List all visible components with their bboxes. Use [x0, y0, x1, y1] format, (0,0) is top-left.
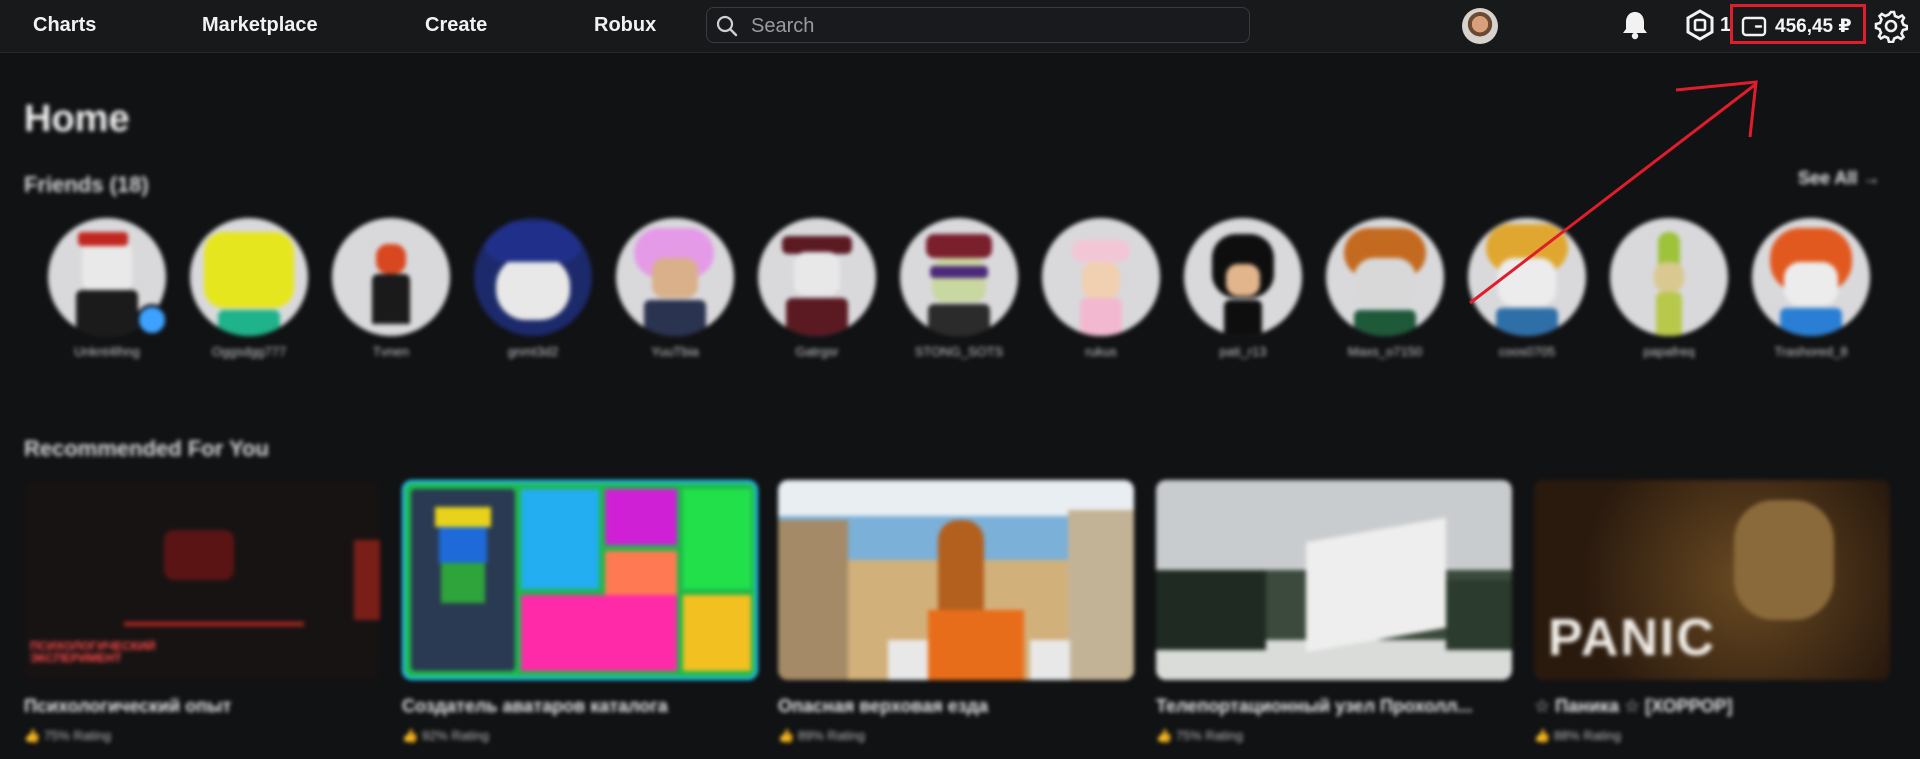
- game-title: Психологический опыт: [24, 696, 232, 716]
- friend-tile[interactable]: Maxs_o7150: [1326, 218, 1444, 368]
- game-card[interactable]: ПСИХОЛОГИЧЕСКИЙ ЭКСПЕРИМЕНТ Психологичес…: [24, 480, 380, 759]
- game-rating-value: 75% Rating: [1175, 728, 1244, 743]
- game-rating: 👍 89% Rating: [778, 728, 866, 743]
- bell-icon[interactable]: [1620, 9, 1650, 41]
- friend-avatar: [1184, 218, 1302, 336]
- friend-tile[interactable]: Trashored_8: [1752, 218, 1870, 368]
- friend-tile[interactable]: Gatrgsr: [758, 218, 876, 368]
- search-input[interactable]: [749, 8, 1243, 44]
- recommended-games-row: ПСИХОЛОГИЧЕСКИЙ ЭКСПЕРИМЕНТ Психологичес…: [24, 480, 1920, 759]
- friend-name: STONG_SOTS: [914, 344, 1004, 359]
- top-navigation-bar: Charts Marketplace Create Robux 1 456,45…: [0, 0, 1920, 53]
- search-icon: [716, 15, 738, 37]
- friend-tile[interactable]: Tvnen: [332, 218, 450, 368]
- friend-tile[interactable]: rukus: [1042, 218, 1160, 368]
- game-rating-value: 92% Rating: [421, 728, 490, 743]
- friend-name: papafreq: [1643, 344, 1695, 359]
- friend-avatar: [190, 218, 308, 336]
- friend-avatar: [1468, 218, 1586, 336]
- game-thumbnail-title: ПСИХОЛОГИЧЕСКИЙ ЭКСПЕРИМЕНТ: [30, 640, 156, 664]
- game-rating-value: 89% Rating: [797, 728, 866, 743]
- friends-carousel: Unknt4lhng Oggsdgg777 Tvnen gnmt3d2 YuuT…: [48, 218, 1888, 368]
- game-rating: 👍 75% Rating: [24, 728, 112, 743]
- nav-robux[interactable]: Robux: [594, 14, 656, 37]
- friend-name: rukus: [1085, 344, 1117, 359]
- page-title: Home: [24, 98, 130, 140]
- wallet-amount: 456,45 ₽: [1775, 16, 1852, 37]
- robux-icon[interactable]: [1685, 9, 1715, 41]
- game-thumbnail: [1156, 480, 1512, 680]
- friend-name: Tvnen: [372, 344, 410, 359]
- friend-avatar: [332, 218, 450, 336]
- friend-tile[interactable]: gnmt3d2: [474, 218, 592, 368]
- friends-heading: Friends (18): [24, 172, 149, 197]
- game-title: Создатель аватаров каталога: [402, 696, 668, 716]
- friend-name: Unknt4lhng: [74, 344, 140, 359]
- online-status-badge: [136, 304, 168, 336]
- game-rating: 👍 75% Rating: [1156, 728, 1244, 743]
- game-rating: 👍 88% Rating: [1534, 728, 1622, 743]
- see-all-link[interactable]: See All →: [1798, 168, 1880, 189]
- friend-tile[interactable]: STONG_SOTS: [900, 218, 1018, 368]
- friend-name: Gatrgsr: [795, 344, 839, 359]
- nav-charts[interactable]: Charts: [33, 14, 96, 37]
- friend-avatar: [1610, 218, 1728, 336]
- game-title: ☆ Паника ☆ [ХОРРОР]: [1534, 696, 1733, 716]
- friend-avatar: [758, 218, 876, 336]
- friend-avatar: [1752, 218, 1870, 336]
- search-box[interactable]: [706, 7, 1250, 44]
- game-thumbnail: [778, 480, 1134, 680]
- wallet-balance-button[interactable]: 456,45 ₽: [1730, 4, 1866, 44]
- avatar[interactable]: [1462, 8, 1498, 44]
- friend-tile[interactable]: YuuTbia: [616, 218, 734, 368]
- friend-tile[interactable]: Oggsdgg777: [190, 218, 308, 368]
- friend-avatar: [1042, 218, 1160, 336]
- friend-avatar: [1326, 218, 1444, 336]
- friend-name: YuuTbia: [651, 344, 699, 359]
- friend-tile[interactable]: Unknt4lhng: [48, 218, 168, 368]
- friend-tile[interactable]: coos0705: [1468, 218, 1586, 368]
- game-rating-value: 88% Rating: [1553, 728, 1622, 743]
- wallet-icon: [1741, 16, 1767, 37]
- game-thumbnail: ПСИХОЛОГИЧЕСКИЙ ЭКСПЕРИМЕНТ: [24, 480, 380, 680]
- game-rating: 👍 92% Rating: [402, 728, 490, 743]
- game-thumbnail: [402, 480, 758, 680]
- friend-avatar: [616, 218, 734, 336]
- friend-name: pati_r13: [1219, 344, 1267, 359]
- nav-create[interactable]: Create: [425, 14, 487, 37]
- game-card[interactable]: PANIC ☆ Паника ☆ [ХОРРОР] 👍 88% Rating: [1534, 480, 1890, 759]
- friend-tile[interactable]: pati_r13: [1184, 218, 1302, 368]
- game-card[interactable]: Телепортационный узел Прохолл... 👍 75% R…: [1156, 480, 1512, 759]
- friend-name: gnmt3d2: [507, 344, 559, 359]
- game-rating-value: 75% Rating: [43, 728, 112, 743]
- game-title: Телепортационный узел Прохолл...: [1156, 696, 1473, 716]
- friend-tile[interactable]: papafreq: [1610, 218, 1728, 368]
- friend-avatar: [900, 218, 1018, 336]
- game-thumbnail-title: PANIC: [1548, 609, 1716, 667]
- friend-name: Oggsdgg777: [211, 344, 287, 359]
- nav-marketplace[interactable]: Marketplace: [202, 14, 318, 37]
- game-card[interactable]: Создатель аватаров каталога 👍 92% Rating: [402, 480, 758, 759]
- game-thumbnail: PANIC: [1534, 480, 1890, 680]
- recommended-heading: Recommended For You: [24, 436, 269, 461]
- gear-icon[interactable]: [1874, 9, 1908, 43]
- friend-name: coos0705: [1498, 344, 1556, 359]
- friend-avatar: [474, 218, 592, 336]
- friend-name: Trashored_8: [1774, 344, 1848, 359]
- friend-name: Maxs_o7150: [1347, 344, 1423, 359]
- game-card[interactable]: Опасная верховая езда 👍 89% Rating: [778, 480, 1134, 759]
- game-title: Опасная верховая езда: [778, 696, 989, 716]
